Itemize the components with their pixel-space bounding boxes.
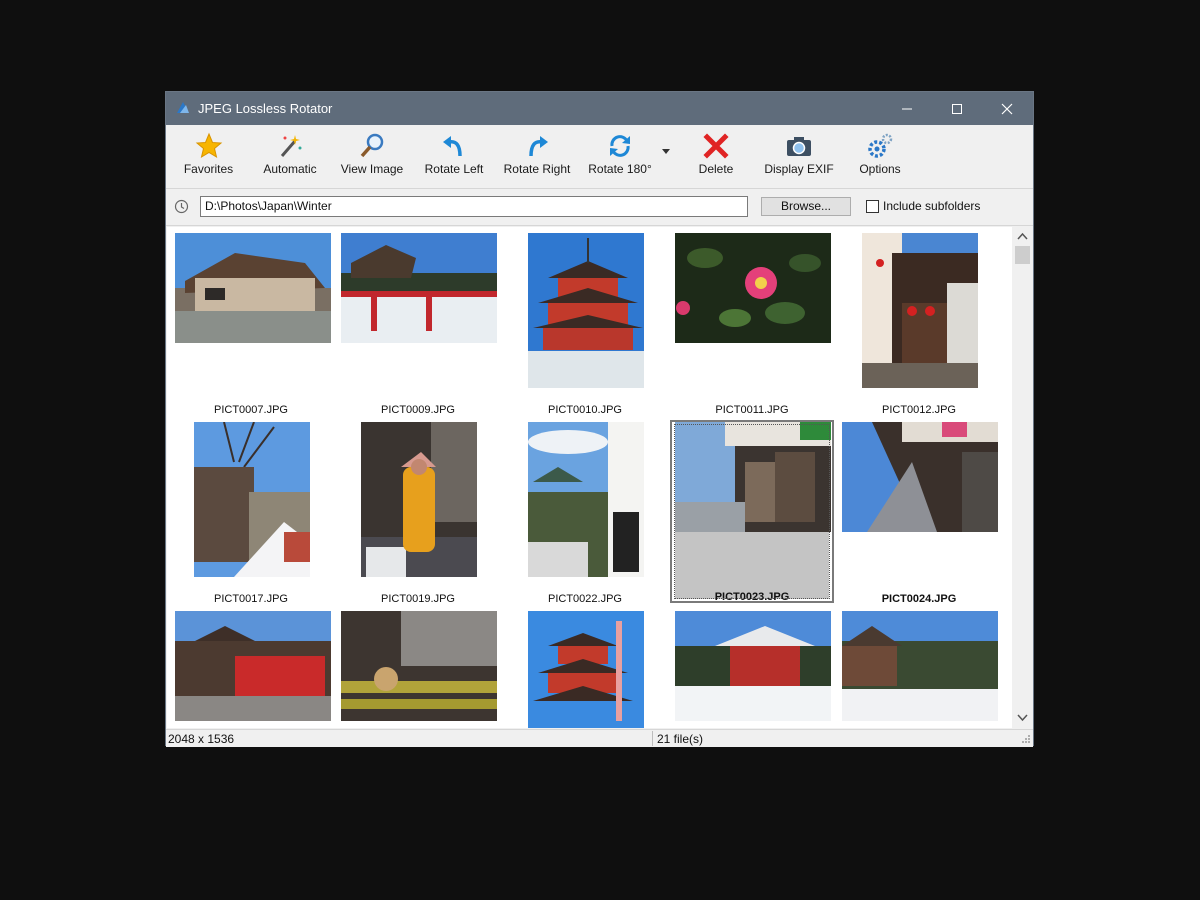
close-icon xyxy=(1001,103,1013,114)
display-exif-label: Display EXIF xyxy=(764,162,834,176)
include-subfolders-label: Include subfolders xyxy=(883,199,981,213)
scroll-thumb[interactable] xyxy=(1015,246,1030,264)
magic-wand-icon xyxy=(280,135,302,157)
image-dimensions: 2048 x 1536 xyxy=(168,732,235,746)
include-subfolders-checkbox[interactable] xyxy=(866,200,879,213)
status-bar: 2048 x 1536 21 file(s) xyxy=(166,729,1033,747)
rotate-left-label: Rotate Left xyxy=(424,162,484,176)
delete-x-icon xyxy=(703,133,729,159)
minimize-button[interactable] xyxy=(884,92,930,125)
thumbnail-item[interactable]: PICT0022.JPG xyxy=(503,420,667,605)
thumbnail-item[interactable] xyxy=(336,609,500,728)
thumbnail-image xyxy=(175,611,331,721)
delete-label: Delete xyxy=(698,162,734,176)
window-title: JPEG Lossless Rotator xyxy=(198,101,333,116)
thumbnail-image xyxy=(175,233,331,343)
toolbar: Favorites Automatic View Image Rotate Le… xyxy=(166,125,1033,189)
app-window: JPEG Lossless Rotator Favorites Automati… xyxy=(165,91,1034,747)
thumbnail-item[interactable]: PICT0009.JPG xyxy=(336,231,500,416)
file-name: PICT0009.JPG xyxy=(381,404,455,416)
automatic-button[interactable]: Automatic xyxy=(256,132,324,182)
file-name: PICT0024.JPG xyxy=(881,593,957,605)
scroll-down-icon[interactable] xyxy=(1017,714,1028,722)
thumbnail-image xyxy=(194,422,310,577)
thumbnail-item[interactable]: PICT0017.JPG xyxy=(169,420,333,605)
thumbnail-image xyxy=(842,422,998,532)
camera-icon xyxy=(787,137,811,156)
rotate-right-button[interactable]: Rotate Right xyxy=(500,132,574,182)
file-name: PICT0019.JPG xyxy=(381,593,455,605)
rotate-left-button[interactable]: Rotate Left xyxy=(420,132,488,182)
vertical-scrollbar[interactable] xyxy=(1013,227,1032,728)
thumbnail-grid[interactable]: PICT0007.JPG PICT0009.JPG PICT0010.JPG P… xyxy=(167,227,1012,728)
file-name: PICT0007.JPG xyxy=(214,404,288,416)
maximize-button[interactable] xyxy=(934,92,980,125)
thumbnail-item-selected[interactable]: PICT0023.JPG xyxy=(670,420,834,603)
minimize-icon xyxy=(902,108,912,109)
thumbnail-item[interactable] xyxy=(503,609,667,728)
thumbnail-image xyxy=(361,422,477,577)
scroll-up-icon[interactable] xyxy=(1017,232,1028,240)
thumbnail-item[interactable] xyxy=(169,609,333,728)
file-count: 21 file(s) xyxy=(657,732,704,746)
thumbnail-item[interactable] xyxy=(670,609,834,728)
maximize-icon xyxy=(952,103,962,114)
thumbnail-image xyxy=(842,611,998,721)
options-label: Options xyxy=(859,162,901,176)
gears-icon xyxy=(868,133,893,158)
thumbnail-image xyxy=(528,233,644,388)
display-exif-button[interactable]: Display EXIF xyxy=(760,132,838,182)
rotate-180-label: Rotate 180° xyxy=(588,162,652,176)
app-logo-icon xyxy=(177,102,189,113)
automatic-label: Automatic xyxy=(263,162,317,176)
file-name: PICT0012.JPG xyxy=(882,404,956,416)
rotate-right-label: Rotate Right xyxy=(503,162,571,176)
file-name: PICT0023.JPG xyxy=(714,591,790,603)
favorites-label: Favorites xyxy=(183,162,234,176)
thumbnail-image xyxy=(862,233,978,388)
thumbnail-item[interactable]: PICT0024.JPG xyxy=(837,420,1001,605)
file-name: PICT0017.JPG xyxy=(214,593,288,605)
thumbnail-item[interactable]: PICT0011.JPG xyxy=(670,231,834,416)
thumbnail-image xyxy=(675,422,831,532)
rotate-dropdown-button[interactable] xyxy=(660,145,672,157)
close-button[interactable] xyxy=(984,92,1030,125)
selection-highlight xyxy=(675,532,829,599)
magnifier-icon xyxy=(360,133,384,158)
dropdown-arrow-icon xyxy=(662,149,670,154)
status-divider xyxy=(652,731,653,746)
title-bar[interactable]: JPEG Lossless Rotator xyxy=(166,92,1033,125)
thumbnail-image xyxy=(675,233,831,343)
delete-button[interactable]: Delete xyxy=(684,132,748,182)
thumbnail-item[interactable]: PICT0007.JPG xyxy=(169,231,333,416)
rotate-right-icon xyxy=(529,136,548,157)
favorites-button[interactable]: Favorites xyxy=(176,132,241,182)
thumbnail-item[interactable]: PICT0019.JPG xyxy=(336,420,500,605)
file-name: PICT0022.JPG xyxy=(548,593,622,605)
folder-path-input[interactable]: D:\Photos\Japan\Winter xyxy=(200,196,748,217)
resize-grip-icon[interactable] xyxy=(1020,733,1031,744)
options-button[interactable]: Options xyxy=(850,132,910,182)
thumbnail-item[interactable]: PICT0012.JPG xyxy=(837,231,1001,416)
thumbnail-item[interactable]: PICT0010.JPG xyxy=(503,231,667,416)
star-icon xyxy=(195,132,222,159)
view-image-button[interactable]: View Image xyxy=(338,132,406,182)
thumbnail-image xyxy=(341,233,497,343)
thumbnail-image xyxy=(528,422,644,577)
thumbnail-image xyxy=(341,611,497,721)
thumbnail-image xyxy=(675,611,831,721)
path-bar: D:\Photos\Japan\Winter Browse... Include… xyxy=(166,189,1033,226)
rotate-left-icon xyxy=(443,136,462,157)
thumbnail-image xyxy=(528,611,644,728)
history-icon[interactable] xyxy=(174,199,189,214)
file-name: PICT0010.JPG xyxy=(548,404,622,416)
browse-button[interactable]: Browse... xyxy=(761,197,851,216)
rotate-180-button[interactable]: Rotate 180° xyxy=(584,132,656,182)
view-image-label: View Image xyxy=(340,162,404,176)
file-name: PICT0011.JPG xyxy=(715,404,789,416)
thumbnail-item[interactable] xyxy=(837,609,1001,728)
rotate-180-icon xyxy=(610,135,630,157)
